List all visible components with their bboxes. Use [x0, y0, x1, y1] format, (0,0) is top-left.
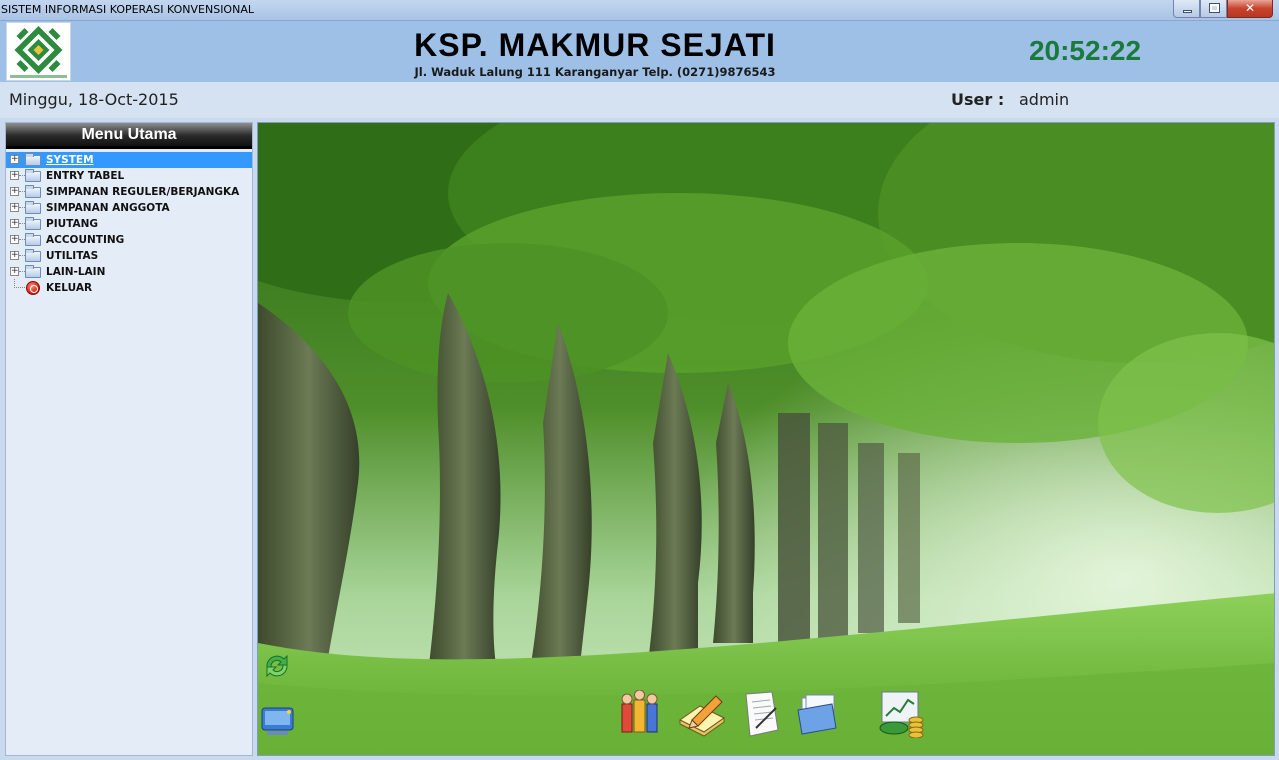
document-icon[interactable]: [742, 690, 786, 738]
menu-item-label: KELUAR: [46, 282, 93, 294]
menu-item-label: SIMPANAN REGULER/BERJANGKA: [46, 186, 240, 198]
forest-wallpaper: [258, 123, 1274, 755]
folder-icon: [25, 217, 41, 230]
window-title: SISTEM INFORMASI KOPERASI KONVENSIONAL: [1, 3, 254, 16]
folder-icon: [25, 265, 41, 278]
close-button[interactable]: ✕: [1227, 0, 1273, 18]
main-menu-panel: Menu Utama + SYSTEM + ENTRY TABEL + SIMP…: [5, 122, 253, 756]
expand-icon[interactable]: +: [10, 171, 19, 180]
expand-icon[interactable]: +: [10, 219, 19, 228]
refresh-icon[interactable]: [262, 651, 292, 681]
menu-item-label: UTILITAS: [46, 250, 99, 262]
finance-chart-icon[interactable]: [876, 690, 928, 739]
menu-item-accounting[interactable]: + ACCOUNTING: [6, 232, 252, 248]
expand-icon[interactable]: +: [10, 267, 19, 276]
menu-item-entry-tabel[interactable]: + ENTRY TABEL: [6, 168, 252, 184]
restore-icon: [1209, 3, 1220, 13]
minimize-icon: [1183, 10, 1192, 13]
close-icon: ✕: [1244, 1, 1256, 15]
minimize-button[interactable]: [1173, 0, 1200, 18]
folder-icon: [25, 185, 41, 198]
menu-item-keluar[interactable]: KELUAR: [6, 279, 252, 296]
expand-icon[interactable]: +: [10, 187, 19, 196]
menu-item-lain-lain[interactable]: + LAIN-LAIN: [6, 264, 252, 280]
members-icon[interactable]: [618, 689, 662, 738]
menu-tree: + SYSTEM + ENTRY TABEL + SIMPANAN REGULE…: [6, 149, 252, 296]
logo-emblem-icon: [10, 26, 67, 78]
menu-item-label: PIUTANG: [46, 218, 99, 230]
menu-item-label: ACCOUNTING: [46, 234, 125, 246]
menu-title: Menu Utama: [6, 123, 252, 149]
expand-icon[interactable]: +: [10, 251, 19, 260]
menu-item-utilitas[interactable]: + UTILITAS: [6, 248, 252, 264]
menu-item-system[interactable]: + SYSTEM: [6, 152, 252, 168]
menu-item-label: LAIN-LAIN: [46, 266, 106, 278]
folder-icon: [25, 233, 41, 246]
menu-item-simpanan-anggota[interactable]: + SIMPANAN ANGGOTA: [6, 200, 252, 216]
window-controls: ✕: [1173, 0, 1273, 18]
expand-icon[interactable]: +: [10, 203, 19, 212]
folder-icon[interactable]: [796, 690, 840, 738]
current-date: Minggu, 18-Oct-2015: [9, 90, 179, 109]
menu-item-simpanan-reguler[interactable]: + SIMPANAN REGULER/BERJANGKA: [6, 184, 252, 200]
expand-icon[interactable]: +: [10, 155, 19, 164]
menu-item-label: SIMPANAN ANGGOTA: [46, 202, 170, 214]
app-header: KSP. MAKMUR SEJATI Jl. Waduk Lalung 111 …: [0, 21, 1279, 82]
folder-icon: [25, 249, 41, 262]
expand-icon[interactable]: +: [10, 235, 19, 244]
info-bar: Minggu, 18-Oct-2015 User : admin: [0, 82, 1279, 118]
folder-icon: [25, 153, 41, 166]
restore-button[interactable]: [1200, 0, 1227, 18]
window-title-bar[interactable]: SISTEM INFORMASI KOPERASI KONVENSIONAL ✕: [0, 0, 1279, 21]
folder-icon: [25, 169, 41, 182]
clock: 20:52:22: [1028, 35, 1142, 66]
menu-item-label: SYSTEM: [46, 154, 94, 166]
desktop-background: [257, 122, 1275, 756]
user-label: User :: [951, 90, 1005, 109]
menu-item-label: ENTRY TABEL: [46, 170, 125, 182]
monitor-icon[interactable]: [261, 705, 295, 737]
edit-icon[interactable]: [678, 690, 725, 738]
folder-icon: [25, 201, 41, 214]
company-address: Jl. Waduk Lalung 111 Karanganyar Telp. (…: [414, 65, 776, 79]
menu-item-piutang[interactable]: + PIUTANG: [6, 216, 252, 232]
company-name: KSP. MAKMUR SEJATI: [414, 27, 776, 63]
user-name: admin: [1019, 90, 1070, 109]
power-icon: [26, 281, 40, 295]
cooperative-logo: [6, 22, 71, 81]
